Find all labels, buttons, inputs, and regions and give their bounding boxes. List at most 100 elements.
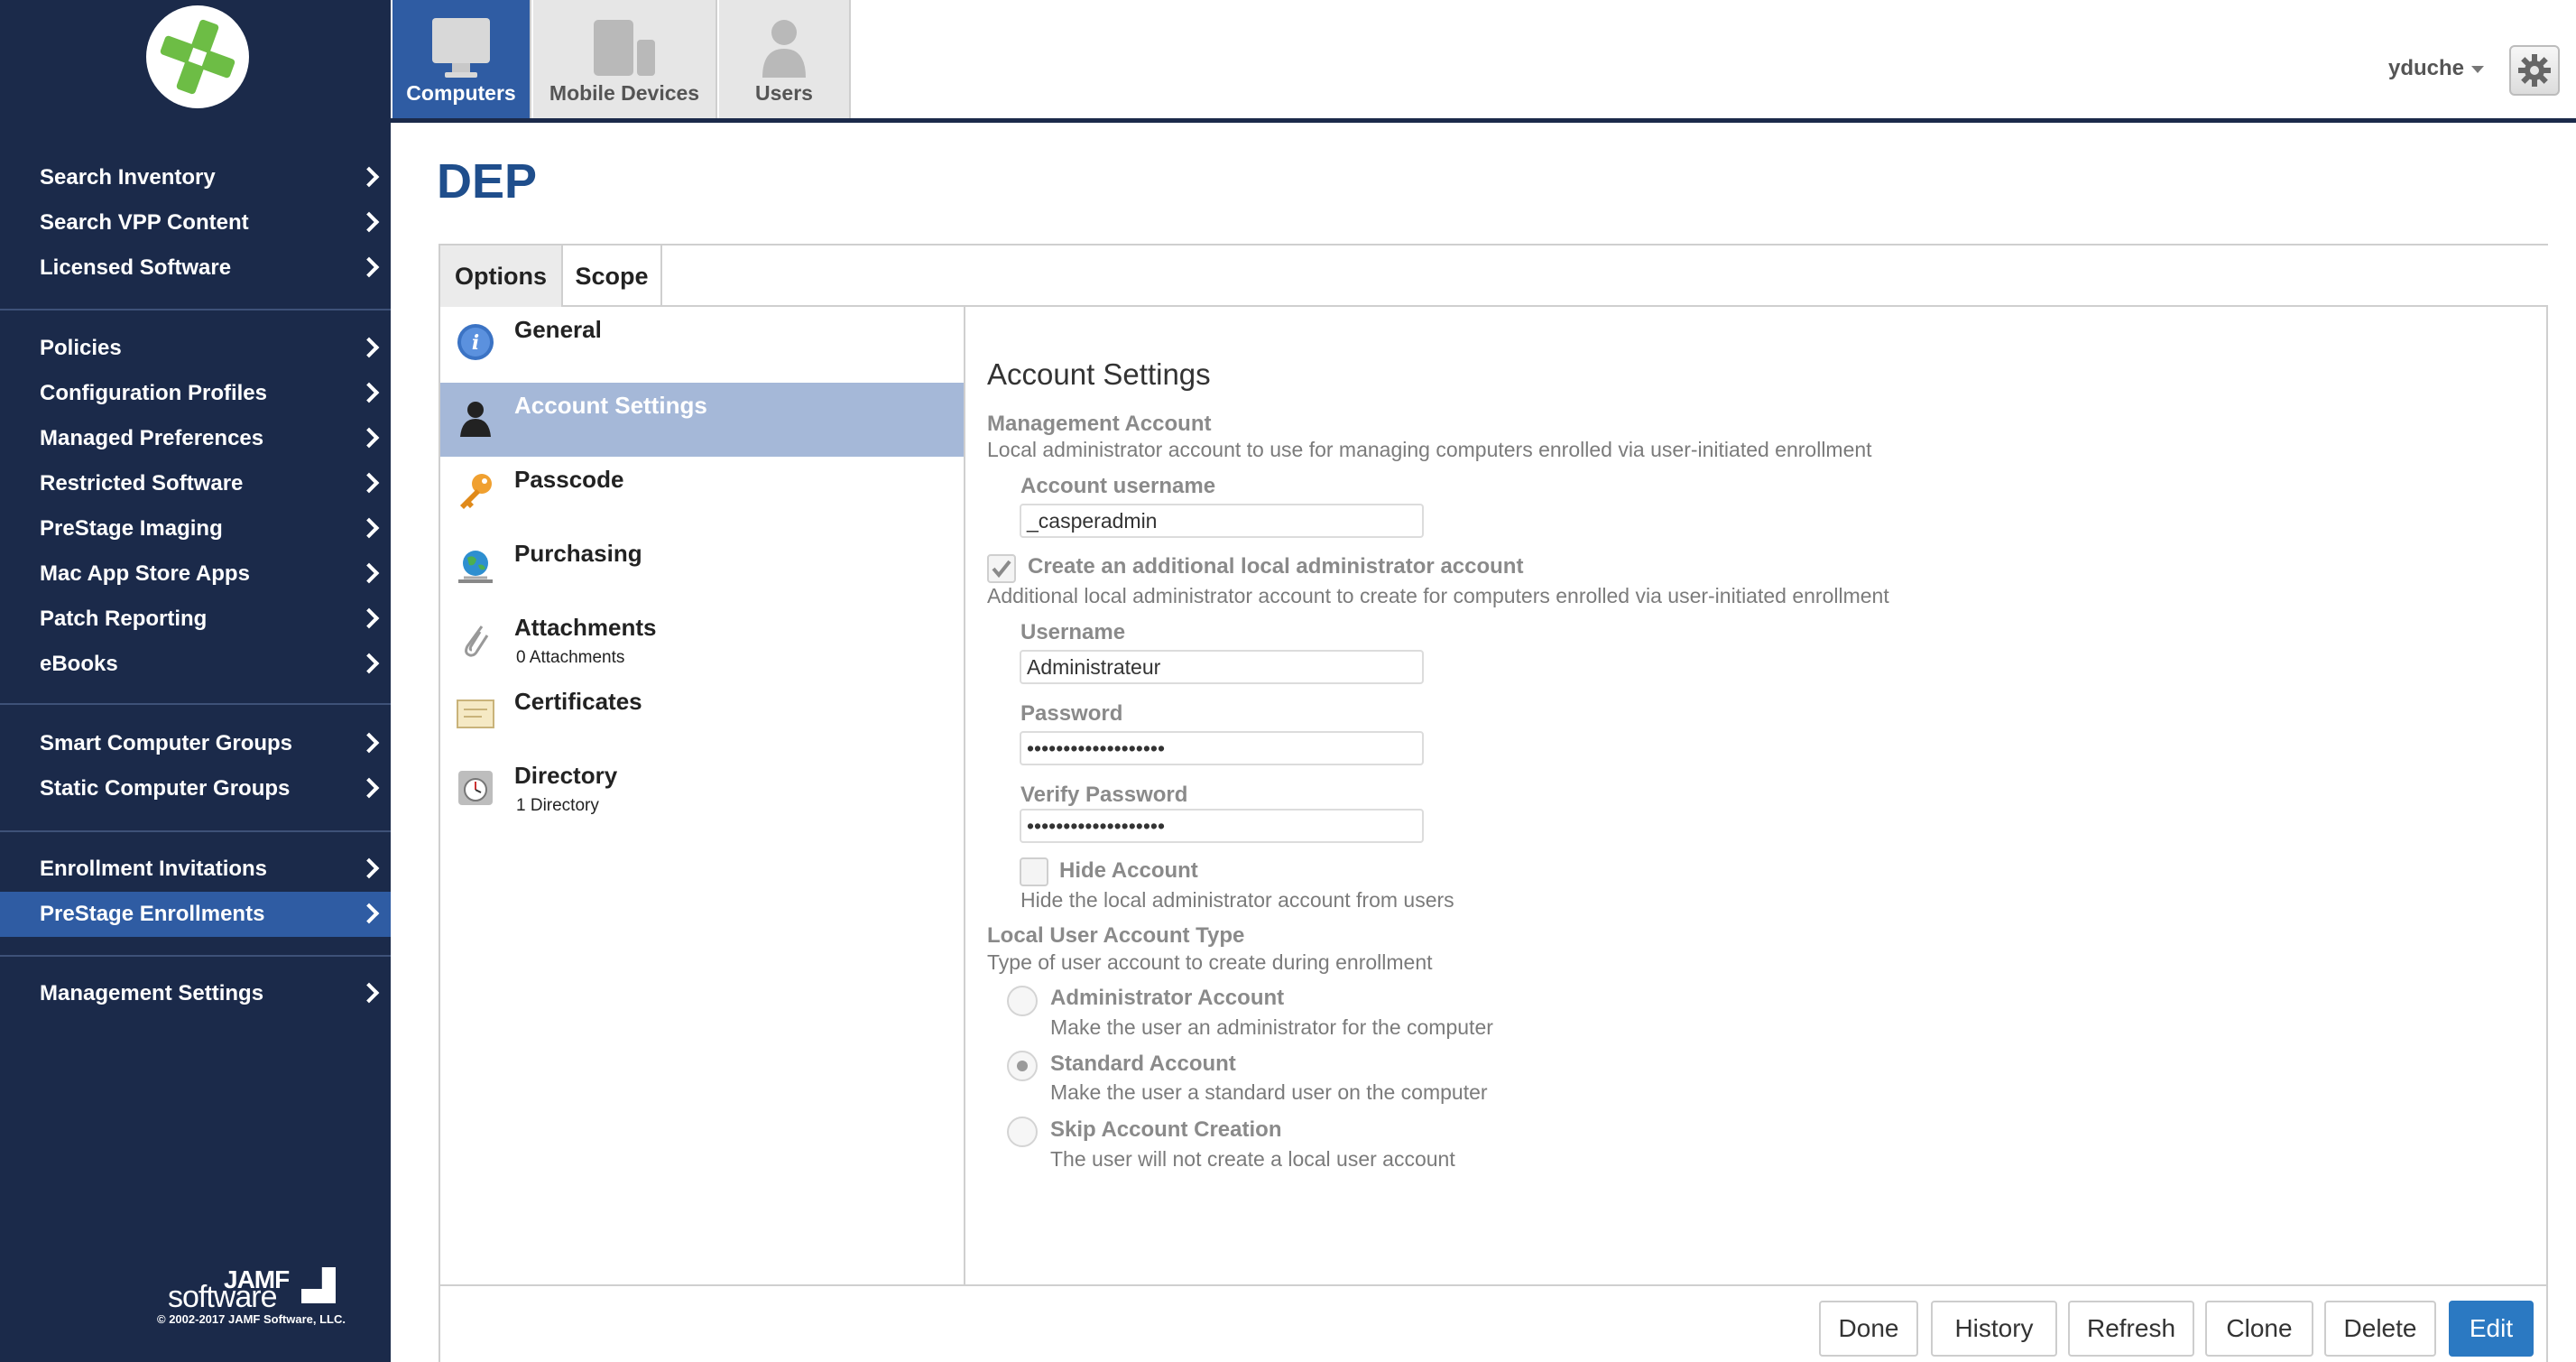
- list-item-count: 0 Attachments: [516, 648, 625, 667]
- divider: [0, 703, 391, 705]
- list-item-label: General: [514, 316, 602, 343]
- list-item-purchasing[interactable]: Purchasing: [440, 531, 964, 605]
- tab-users[interactable]: Users: [719, 0, 851, 118]
- sidebar-item-licensed-software[interactable]: Licensed Software: [0, 246, 391, 291]
- sidebar-item-patch-reporting[interactable]: Patch Reporting: [0, 597, 391, 642]
- sidebar-item-search-inventory[interactable]: Search Inventory: [0, 155, 391, 200]
- hide-account-label: Hide Account: [1059, 858, 1198, 883]
- list-item-passcode[interactable]: Passcode: [440, 457, 964, 531]
- password-field[interactable]: •••••••••••••••••••: [1020, 731, 1424, 765]
- hide-account-checkbox[interactable]: [1020, 857, 1048, 886]
- radio-standard-account[interactable]: [1007, 1051, 1038, 1081]
- create-additional-label: Create an additional local administrator…: [1028, 554, 1524, 579]
- tab-scope[interactable]: Scope: [563, 246, 662, 307]
- chevron-right-icon: [358, 337, 380, 358]
- directory-icon: [458, 771, 493, 805]
- list-item-count: 1 Directory: [516, 796, 599, 815]
- user-icon: [762, 20, 806, 78]
- radio-administrator-account[interactable]: [1007, 986, 1038, 1016]
- sidebar-item-prestage-imaging[interactable]: PreStage Imaging: [0, 506, 391, 551]
- list-item-certificates[interactable]: Certificates: [440, 679, 964, 753]
- option-label: Administrator Account: [1050, 986, 1285, 1010]
- page-title: DEP: [437, 154, 538, 208]
- create-additional-checkbox[interactable]: [987, 554, 1016, 583]
- chevron-right-icon: [358, 472, 380, 494]
- tab-options[interactable]: Options: [440, 246, 563, 307]
- option-desc: Make the user a standard user on the com…: [1050, 1080, 1488, 1104]
- tab-label: Mobile Devices: [549, 81, 700, 105]
- divider: [0, 955, 391, 957]
- top-bar: Computers Mobile Devices Users yduche: [391, 0, 2576, 123]
- payload-list: i General Account Settings Passcode Purc…: [440, 307, 965, 1286]
- option-label: Standard Account: [1050, 1052, 1236, 1076]
- tab-mobile-devices[interactable]: Mobile Devices: [533, 0, 717, 118]
- sidebar-item-enrollment-invitations[interactable]: Enrollment Invitations: [0, 847, 391, 892]
- sidebar-item-label: Configuration Profiles: [40, 381, 267, 405]
- sidebar-item-label: PreStage Imaging: [40, 516, 223, 541]
- computer-icon: [432, 18, 490, 78]
- chevron-right-icon: [358, 653, 380, 674]
- tab-computers[interactable]: Computers: [392, 0, 531, 118]
- sidebar-item-label: Managed Preferences: [40, 426, 264, 450]
- sidebar-item-label: Static Computer Groups: [40, 776, 291, 801]
- copyright: © 2002-2017 JAMF Software, LLC.: [157, 1312, 346, 1326]
- divider: [0, 830, 391, 832]
- sidebar-item-label: Search VPP Content: [40, 210, 249, 235]
- chevron-down-icon: [2471, 65, 2484, 73]
- tab-label: Computers: [406, 81, 516, 105]
- list-item-label: Account Settings: [514, 392, 707, 419]
- option-desc: The user will not create a local user ac…: [1050, 1147, 1455, 1171]
- sidebar-item-management-settings[interactable]: Management Settings: [0, 971, 391, 1016]
- jamf-logo-icon[interactable]: [146, 5, 249, 108]
- sidebar-item-label: Patch Reporting: [40, 607, 208, 631]
- settings-button[interactable]: [2509, 45, 2560, 96]
- chevron-right-icon: [358, 857, 380, 879]
- key-icon: [460, 474, 492, 509]
- person-icon: [460, 402, 491, 437]
- done-button[interactable]: Done: [1819, 1301, 1918, 1357]
- gear-icon: [2518, 54, 2551, 87]
- list-item-attachments[interactable]: Attachments 0 Attachments: [440, 605, 964, 679]
- radio-skip-account-creation[interactable]: [1007, 1116, 1038, 1147]
- sidebar-item-mac-app-store-apps[interactable]: Mac App Store Apps: [0, 551, 391, 597]
- sidebar-item-ebooks[interactable]: eBooks: [0, 642, 391, 687]
- nav-group-settings: Management Settings: [0, 971, 391, 1016]
- mobile-devices-icon: [594, 20, 655, 76]
- nav-group-management: Policies Configuration Profiles Managed …: [0, 326, 391, 687]
- logo-text-bottom: software: [168, 1280, 277, 1314]
- edit-button[interactable]: Edit: [2449, 1301, 2534, 1357]
- username-label: Username: [1020, 620, 1126, 644]
- sidebar-item-smart-computer-groups[interactable]: Smart Computer Groups: [0, 721, 391, 766]
- chevron-right-icon: [358, 517, 380, 539]
- account-type-title: Local User Account Type: [987, 923, 1245, 948]
- sidebar-item-search-vpp-content[interactable]: Search VPP Content: [0, 200, 391, 246]
- panel-tabs: Options Scope: [440, 246, 2548, 307]
- sidebar-item-policies[interactable]: Policies: [0, 326, 391, 371]
- list-item-directory[interactable]: Directory 1 Directory: [440, 753, 964, 827]
- chevron-right-icon: [358, 982, 380, 1004]
- verify-password-field[interactable]: •••••••••••••••••••: [1020, 809, 1424, 843]
- chevron-right-icon: [358, 256, 380, 278]
- globe-icon: [458, 551, 493, 583]
- list-item-account-settings[interactable]: Account Settings: [440, 383, 964, 457]
- list-item-label: Directory: [514, 762, 618, 789]
- sidebar-item-configuration-profiles[interactable]: Configuration Profiles: [0, 371, 391, 416]
- refresh-button[interactable]: Refresh: [2068, 1301, 2194, 1357]
- chevron-right-icon: [358, 562, 380, 584]
- list-item-general[interactable]: i General: [440, 307, 964, 381]
- clone-button[interactable]: Clone: [2205, 1301, 2313, 1357]
- history-button[interactable]: History: [1931, 1301, 2057, 1357]
- sidebar-item-managed-preferences[interactable]: Managed Preferences: [0, 416, 391, 461]
- account-username-field[interactable]: _casperadmin: [1020, 504, 1424, 538]
- username-field[interactable]: Administrateur: [1020, 650, 1424, 684]
- nav-group-inventory: Search Inventory Search VPP Content Lice…: [0, 155, 391, 291]
- chevron-right-icon: [358, 903, 380, 924]
- user-menu[interactable]: yduche: [2388, 56, 2484, 81]
- sidebar-item-restricted-software[interactable]: Restricted Software: [0, 461, 391, 506]
- sidebar-item-prestage-enrollments[interactable]: PreStage Enrollments: [0, 892, 391, 937]
- sidebar-item-static-computer-groups[interactable]: Static Computer Groups: [0, 766, 391, 811]
- create-additional-desc: Additional local administrator account t…: [987, 584, 1889, 607]
- sidebar: Search Inventory Search VPP Content Lice…: [0, 0, 391, 1362]
- sidebar-item-label: Search Inventory: [40, 165, 216, 190]
- delete-button[interactable]: Delete: [2324, 1301, 2436, 1357]
